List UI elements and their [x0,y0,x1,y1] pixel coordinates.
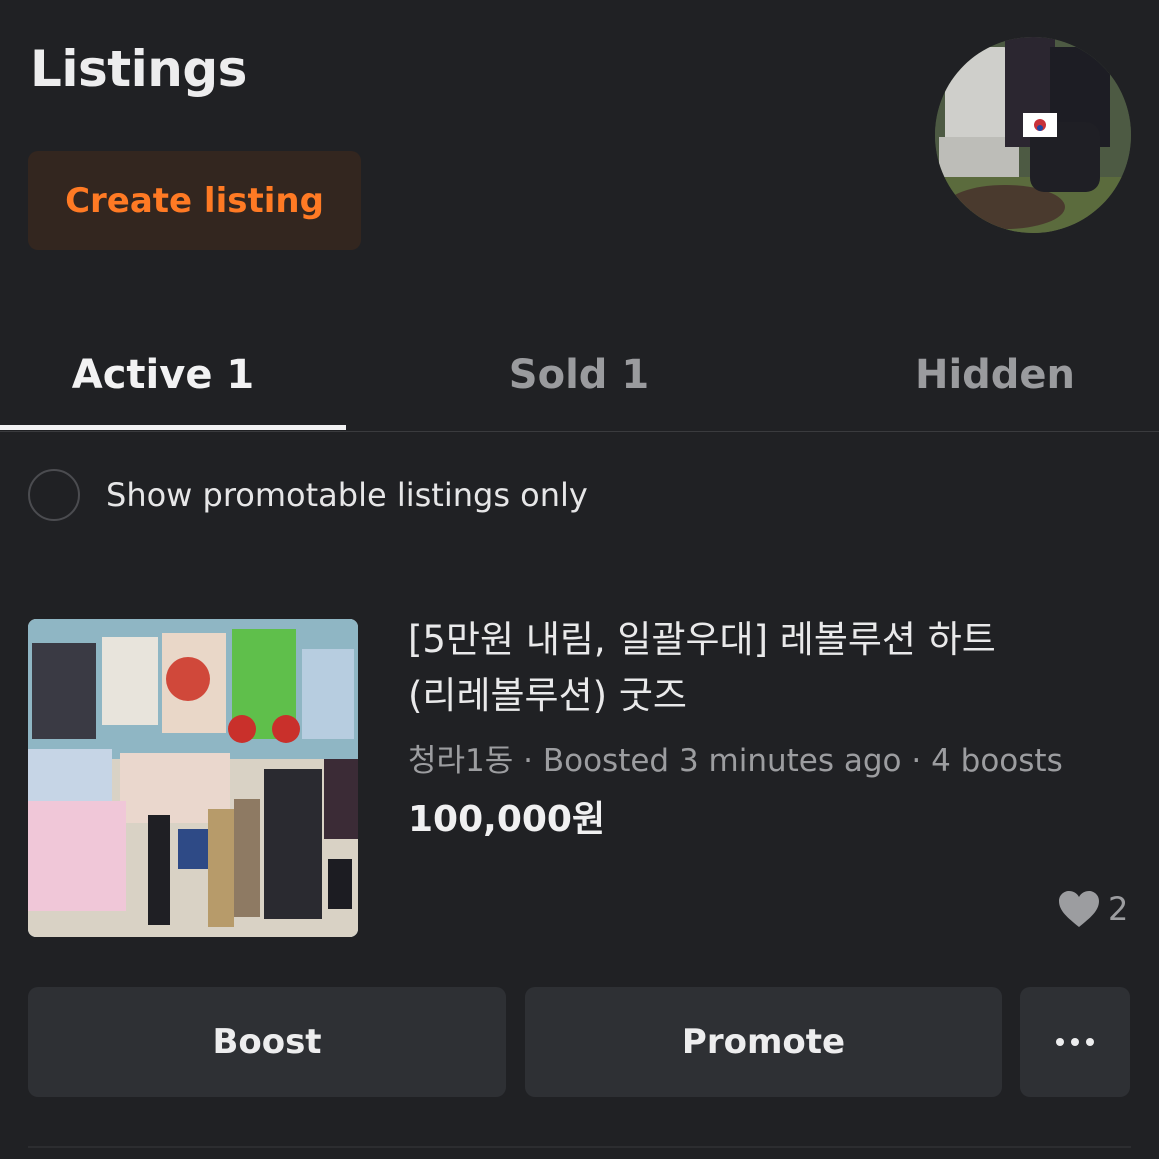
tab-hidden[interactable]: Hidden [832,320,1158,430]
promotable-filter-radio[interactable] [28,469,80,521]
active-tab-indicator [0,425,346,430]
listing-photo [28,619,358,937]
more-options-icon [1056,1038,1094,1046]
more-options-button[interactable] [1020,987,1130,1097]
listing-price: 100,000원 [408,799,606,840]
heart-icon [1059,891,1099,927]
listing-title-line2: (리레볼루션) 굿즈 [408,674,687,717]
listings-page: Listings Create listing Active 1 Sold 1 … [0,0,1159,1159]
likes-count: 2 [1058,890,1128,928]
listing-title[interactable]: [5만원 내림, 일괄우대] 레볼루션 하트 (리레볼루션) 굿즈 [408,612,1128,724]
avatar-image [935,37,1131,233]
profile-avatar[interactable] [935,37,1131,233]
listing-title-line1: [5만원 내림, 일괄우대] 레볼루션 하트 [408,618,996,661]
page-title: Listings [30,40,247,98]
promotable-filter-label: Show promotable listings only [106,476,588,514]
promote-button[interactable]: Promote [525,987,1002,1097]
listing-meta: 청라1동 · Boosted 3 minutes ago · 4 boosts [408,743,1063,779]
listing-thumbnail[interactable] [28,619,358,937]
listing-tabs: Active 1 Sold 1 Hidden [0,320,1159,432]
promotable-filter[interactable]: Show promotable listings only [28,467,588,523]
likes-number: 2 [1108,890,1129,928]
tab-active[interactable]: Active 1 [0,320,326,430]
divider [28,1146,1131,1148]
tab-sold[interactable]: Sold 1 [416,320,742,430]
boost-button[interactable]: Boost [28,987,506,1097]
create-listing-button[interactable]: Create listing [28,151,361,250]
